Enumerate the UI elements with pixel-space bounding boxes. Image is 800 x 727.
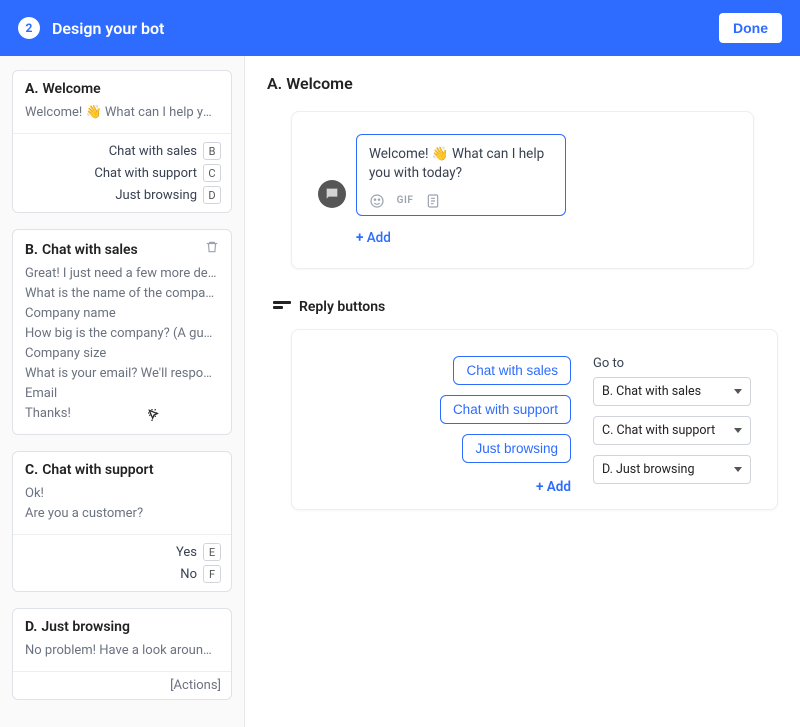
path-card-just-browsing[interactable]: D. Just browsing No problem! Have a look… — [12, 608, 232, 700]
path-reply-badge: B — [203, 142, 221, 160]
goto-label: Go to — [593, 356, 751, 371]
goto-value: D. Just browsing — [602, 462, 694, 477]
path-line: Are you a customer? — [25, 504, 219, 524]
path-reply-badge: E — [203, 543, 221, 561]
goto-value: B. Chat with sales — [602, 384, 701, 399]
path-line: What is the name of the company y… — [25, 284, 219, 304]
path-reply[interactable]: Chat with support C — [23, 164, 221, 182]
path-line: Welcome! 👋 What can I help you … — [25, 103, 219, 123]
step-badge: 2 — [18, 17, 40, 39]
path-letter: B. — [25, 242, 38, 258]
path-letter: D. — [25, 619, 37, 635]
path-reply[interactable]: Chat with sales B — [23, 142, 221, 160]
path-title: Just browsing — [41, 619, 219, 635]
message-bubble[interactable]: Welcome! 👋 What can I help you with toda… — [356, 134, 566, 216]
reply-buttons-header: Reply buttons — [273, 299, 778, 315]
path-card-chat-with-sales[interactable]: B. Chat with sales Great! I just need a … — [12, 229, 232, 435]
paths-sidebar: A. Welcome Welcome! 👋 What can I help yo… — [0, 56, 245, 727]
chevron-down-icon — [734, 467, 742, 472]
chevron-down-icon — [734, 389, 742, 394]
add-reply-button[interactable]: Add — [536, 479, 571, 495]
path-reply-label: Just browsing — [115, 188, 197, 203]
path-line: Company size — [25, 344, 219, 364]
path-reply-label: Chat with sales — [109, 144, 197, 159]
header: 2 Design your bot Done — [0, 0, 800, 56]
trash-icon[interactable] — [205, 240, 219, 254]
path-reply-label: Chat with support — [94, 166, 197, 181]
main-title: A. Welcome — [267, 74, 778, 93]
goto-select-support[interactable]: C. Chat with support — [593, 416, 751, 445]
message-card: Welcome! 👋 What can I help you with toda… — [291, 111, 754, 269]
path-card-chat-with-support[interactable]: C. Chat with support Ok! Are you a custo… — [12, 451, 232, 592]
path-letter: C. — [25, 462, 38, 478]
note-icon[interactable] — [425, 193, 441, 209]
reply-button-chat-with-support[interactable]: Chat with support — [440, 395, 571, 424]
path-line: Thanks! — [25, 404, 219, 424]
path-actions-tag: [Actions] — [13, 671, 231, 699]
path-reply[interactable]: No F — [23, 565, 221, 583]
path-reply-label: Yes — [176, 545, 197, 560]
path-line: How big is the company? (A guess i… — [25, 324, 219, 344]
path-reply-label: No — [180, 567, 197, 582]
path-reply-badge: F — [203, 565, 221, 583]
message-text[interactable]: Welcome! 👋 What can I help you with toda… — [369, 145, 553, 183]
path-line: No problem! Have a look around an… — [25, 641, 219, 661]
reply-buttons-label: Reply buttons — [299, 299, 385, 315]
path-line: Great! I just need a few more details… — [25, 264, 219, 284]
reply-button-just-browsing[interactable]: Just browsing — [462, 434, 571, 463]
bot-avatar-icon — [318, 180, 346, 208]
chevron-down-icon — [734, 428, 742, 433]
path-line: Company name — [25, 304, 219, 324]
reply-buttons-card: Chat with sales Chat with support Just b… — [291, 329, 778, 510]
path-reply-badge: C — [203, 164, 221, 182]
path-line: Email — [25, 384, 219, 404]
path-line: What is your email? We'll respond h… — [25, 364, 219, 384]
done-button[interactable]: Done — [719, 13, 782, 43]
path-line: Ok! — [25, 484, 219, 504]
path-reply[interactable]: Yes E — [23, 543, 221, 561]
emoji-icon[interactable] — [369, 193, 385, 209]
path-card-welcome[interactable]: A. Welcome Welcome! 👋 What can I help yo… — [12, 70, 232, 213]
main-panel: A. Welcome Welcome! 👋 What can I help yo… — [245, 56, 800, 727]
path-reply-badge: D — [203, 186, 221, 204]
path-title: Chat with sales — [42, 242, 205, 258]
add-message-button[interactable]: Add — [356, 230, 727, 246]
path-title: Chat with support — [42, 462, 219, 478]
reply-buttons-icon — [273, 301, 291, 313]
goto-value: C. Chat with support — [602, 423, 715, 438]
reply-button-chat-with-sales[interactable]: Chat with sales — [453, 356, 571, 385]
page-title: Design your bot — [52, 19, 719, 38]
goto-select-browsing[interactable]: D. Just browsing — [593, 455, 751, 484]
goto-select-sales[interactable]: B. Chat with sales — [593, 377, 751, 406]
gif-button[interactable]: GIF — [397, 193, 413, 209]
path-title: Welcome — [42, 81, 219, 97]
path-letter: A. — [25, 81, 38, 97]
path-reply[interactable]: Just browsing D — [23, 186, 221, 204]
